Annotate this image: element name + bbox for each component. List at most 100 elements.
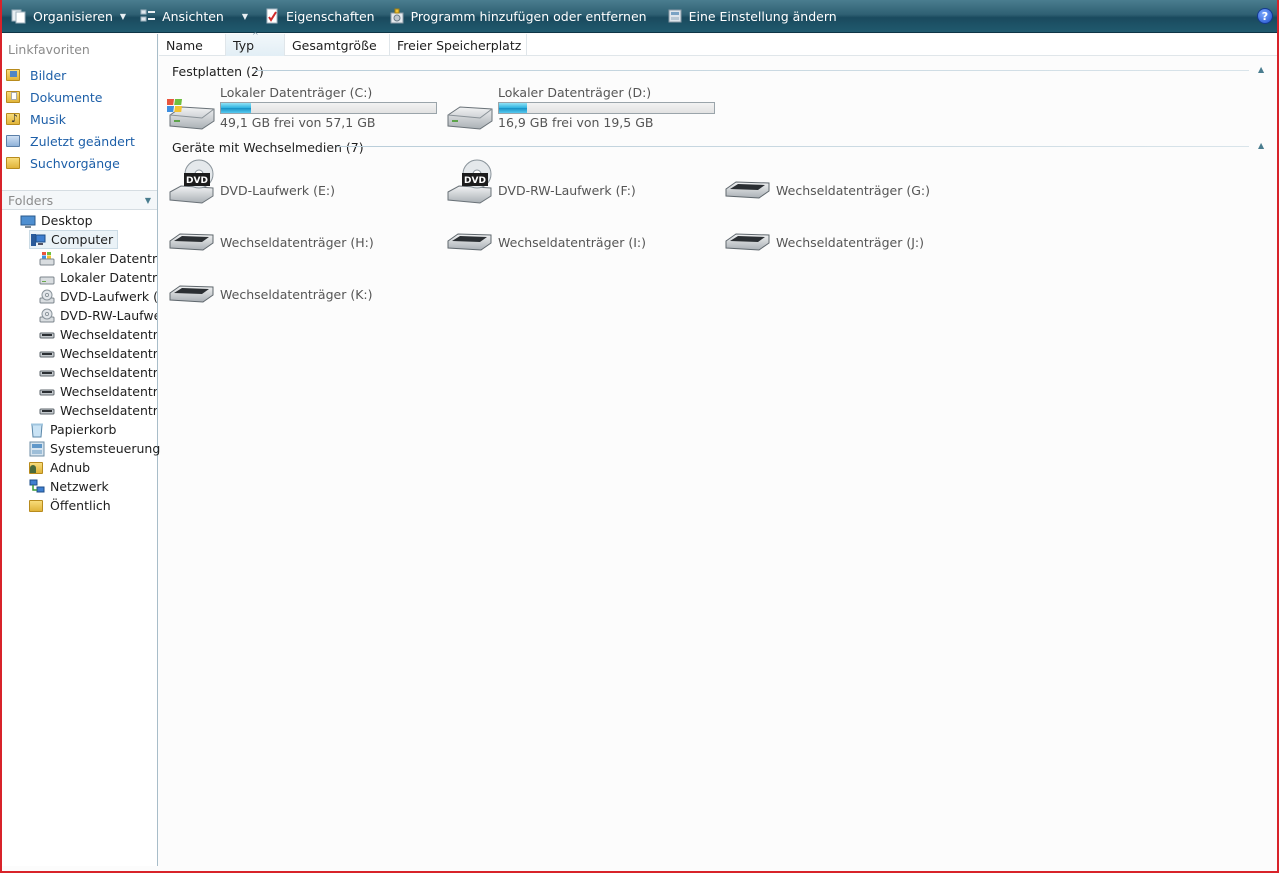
music-icon: ♪ bbox=[6, 111, 22, 127]
tree-item-drive-f[interactable]: DVD-RW-Laufwer bbox=[39, 306, 157, 325]
tree-item-drive-g[interactable]: Wechseldatenträg bbox=[39, 325, 157, 344]
group-divider bbox=[255, 70, 1249, 71]
drive-usage-fill bbox=[221, 103, 252, 113]
network-icon bbox=[29, 479, 45, 495]
tree-item-drive-h[interactable]: Wechseldatenträg bbox=[39, 344, 157, 363]
drive-item-i[interactable]: Wechseldatenträger (I:) bbox=[445, 208, 715, 258]
removable-drive-icon bbox=[39, 384, 55, 400]
tree-item-network[interactable]: Netzwerk bbox=[29, 477, 109, 496]
chevron-down-icon[interactable]: ▼ bbox=[242, 12, 248, 21]
drive-item-j[interactable]: Wechseldatenträger (J:) bbox=[723, 208, 993, 258]
file-list: Festplatten (2) ▲ Lokaler Datenträger (C… bbox=[159, 57, 1277, 867]
drive-item-g[interactable]: Wechseldatenträger (G:) bbox=[723, 156, 993, 206]
removable-drive-icon bbox=[167, 260, 217, 310]
pictures-icon bbox=[6, 67, 22, 83]
favorite-link-label: Zuletzt geändert bbox=[30, 133, 135, 149]
tree-item-label: Öffentlich bbox=[50, 498, 111, 513]
drive-item-d[interactable]: Lokaler Datenträger (D:) 16,9 GB frei vo… bbox=[445, 85, 715, 135]
chevron-down-icon[interactable]: ▼ bbox=[145, 196, 151, 205]
group-title: Geräte mit Wechselmedien (7) bbox=[172, 139, 364, 155]
favorite-link-label: Dokumente bbox=[30, 89, 103, 105]
recycle-bin-icon bbox=[29, 422, 45, 438]
tree-item-recycle-bin[interactable]: Papierkorb bbox=[29, 420, 116, 439]
column-header-name[interactable]: Name bbox=[159, 34, 226, 56]
computer-icon bbox=[30, 232, 46, 248]
properties-icon bbox=[264, 8, 280, 24]
group-divider bbox=[337, 146, 1249, 147]
hard-drive-icon bbox=[445, 85, 495, 135]
column-header-label: Freier Speicherplatz bbox=[397, 37, 522, 53]
tree-item-drive-j[interactable]: Wechseldatenträg bbox=[39, 382, 157, 401]
drive-item-h[interactable]: Wechseldatenträger (H:) bbox=[167, 208, 437, 258]
tree-item-drive-e[interactable]: DVD-Laufwerk (E:) bbox=[39, 287, 157, 306]
help-label: ? bbox=[1261, 9, 1269, 23]
tree-item-drive-k[interactable]: Wechseldatenträg bbox=[39, 401, 157, 420]
drive-item-e[interactable]: DVD DVD-Laufwerk (E:) bbox=[167, 156, 437, 206]
collapse-icon[interactable]: ▲ bbox=[1258, 65, 1264, 74]
column-header-free-space[interactable]: Freier Speicherplatz bbox=[390, 34, 527, 56]
tree-item-label: Adnub bbox=[50, 460, 91, 475]
group-title: Festplatten (2) bbox=[172, 63, 264, 79]
tree-item-drive-d[interactable]: Lokaler Datenträg bbox=[39, 268, 157, 287]
tree-item-computer[interactable]: Computer bbox=[29, 230, 119, 249]
views-button[interactable]: Ansichten ▼ bbox=[135, 3, 253, 29]
column-header-label: Name bbox=[166, 37, 203, 53]
column-header-type[interactable]: ^ Typ bbox=[226, 31, 285, 56]
dvd-drive-icon bbox=[39, 289, 55, 305]
add-remove-programs-button[interactable]: Programm hinzufügen oder entfernen bbox=[384, 3, 652, 29]
tree-item-control-panel[interactable]: Systemsteuerung bbox=[29, 439, 160, 458]
favorite-link-music[interactable]: ♪ Musik bbox=[6, 109, 66, 129]
properties-label: Eigenschaften bbox=[286, 8, 375, 24]
favorite-link-documents[interactable]: Dokumente bbox=[6, 87, 102, 107]
properties-button[interactable]: Eigenschaften bbox=[259, 3, 380, 29]
column-header-total-size[interactable]: Gesamtgröße bbox=[285, 34, 390, 56]
organize-button[interactable]: Organisieren ▼ bbox=[6, 3, 131, 29]
drive-name: Wechseldatenträger (I:) bbox=[498, 235, 646, 250]
favorite-link-pictures[interactable]: Bilder bbox=[6, 65, 66, 85]
column-header-label: Gesamtgröße bbox=[292, 37, 377, 53]
tree-item-drive-c[interactable]: Lokaler Datenträg bbox=[39, 249, 157, 268]
removable-drive-icon bbox=[723, 156, 773, 206]
windows-drive-icon bbox=[166, 85, 217, 135]
folders-header[interactable]: Folders ▼ bbox=[2, 190, 157, 210]
dvd-badge: DVD bbox=[186, 176, 208, 186]
sort-ascending-icon: ^ bbox=[252, 31, 259, 40]
column-header-label: Typ bbox=[233, 37, 255, 53]
hard-drive-icon bbox=[39, 270, 55, 286]
user-folder-icon bbox=[29, 460, 45, 476]
tree-item-user-folder[interactable]: Adnub bbox=[29, 458, 90, 477]
searches-icon bbox=[6, 155, 22, 171]
tree-item-label: Wechseldatenträg bbox=[60, 403, 157, 418]
favorite-link-searches[interactable]: Suchvorgänge bbox=[6, 153, 120, 173]
drive-item-c[interactable]: Lokaler Datenträger (C:) 49,1 GB frei vo… bbox=[166, 85, 437, 135]
tree-item-desktop[interactable]: Desktop bbox=[20, 211, 93, 230]
group-header-removable[interactable]: Geräte mit Wechselmedien (7) bbox=[172, 139, 364, 155]
drive-name: Wechseldatenträger (J:) bbox=[776, 235, 924, 250]
tree-item-label: Desktop bbox=[41, 213, 93, 228]
removable-drive-icon bbox=[445, 208, 495, 258]
group-header-hard-disks[interactable]: Festplatten (2) bbox=[172, 63, 264, 79]
tree-item-label: Netzwerk bbox=[50, 479, 109, 494]
drive-item-k[interactable]: Wechseldatenträger (K:) bbox=[167, 260, 437, 310]
drive-usage-bar bbox=[220, 102, 437, 114]
help-icon[interactable]: ? bbox=[1257, 8, 1273, 24]
drive-item-f[interactable]: DVD DVD-RW-Laufwerk (F:) bbox=[445, 156, 715, 206]
change-setting-button[interactable]: Eine Einstellung ändern bbox=[662, 3, 842, 29]
removable-drive-icon bbox=[167, 208, 217, 258]
drive-name: Wechseldatenträger (G:) bbox=[776, 183, 930, 198]
drive-name: Wechseldatenträger (K:) bbox=[220, 287, 373, 302]
dvd-drive-icon: DVD bbox=[445, 156, 495, 206]
drive-name: Lokaler Datenträger (C:) bbox=[220, 85, 373, 100]
tree-item-drive-i[interactable]: Wechseldatenträg bbox=[39, 363, 157, 382]
public-folder-icon bbox=[29, 498, 45, 514]
tree-item-public[interactable]: Öffentlich bbox=[29, 496, 111, 515]
drive-name: Wechseldatenträger (H:) bbox=[220, 235, 374, 250]
tree-item-label: Wechseldatenträg bbox=[60, 384, 157, 399]
favorite-link-recent[interactable]: Zuletzt geändert bbox=[6, 131, 135, 151]
desktop-icon bbox=[20, 213, 36, 229]
control-panel-icon bbox=[667, 8, 683, 24]
tree-item-label: Systemsteuerung bbox=[50, 441, 161, 456]
removable-drive-icon bbox=[39, 365, 55, 381]
collapse-icon[interactable]: ▲ bbox=[1258, 141, 1264, 150]
drive-name: Lokaler Datenträger (D:) bbox=[498, 85, 652, 100]
